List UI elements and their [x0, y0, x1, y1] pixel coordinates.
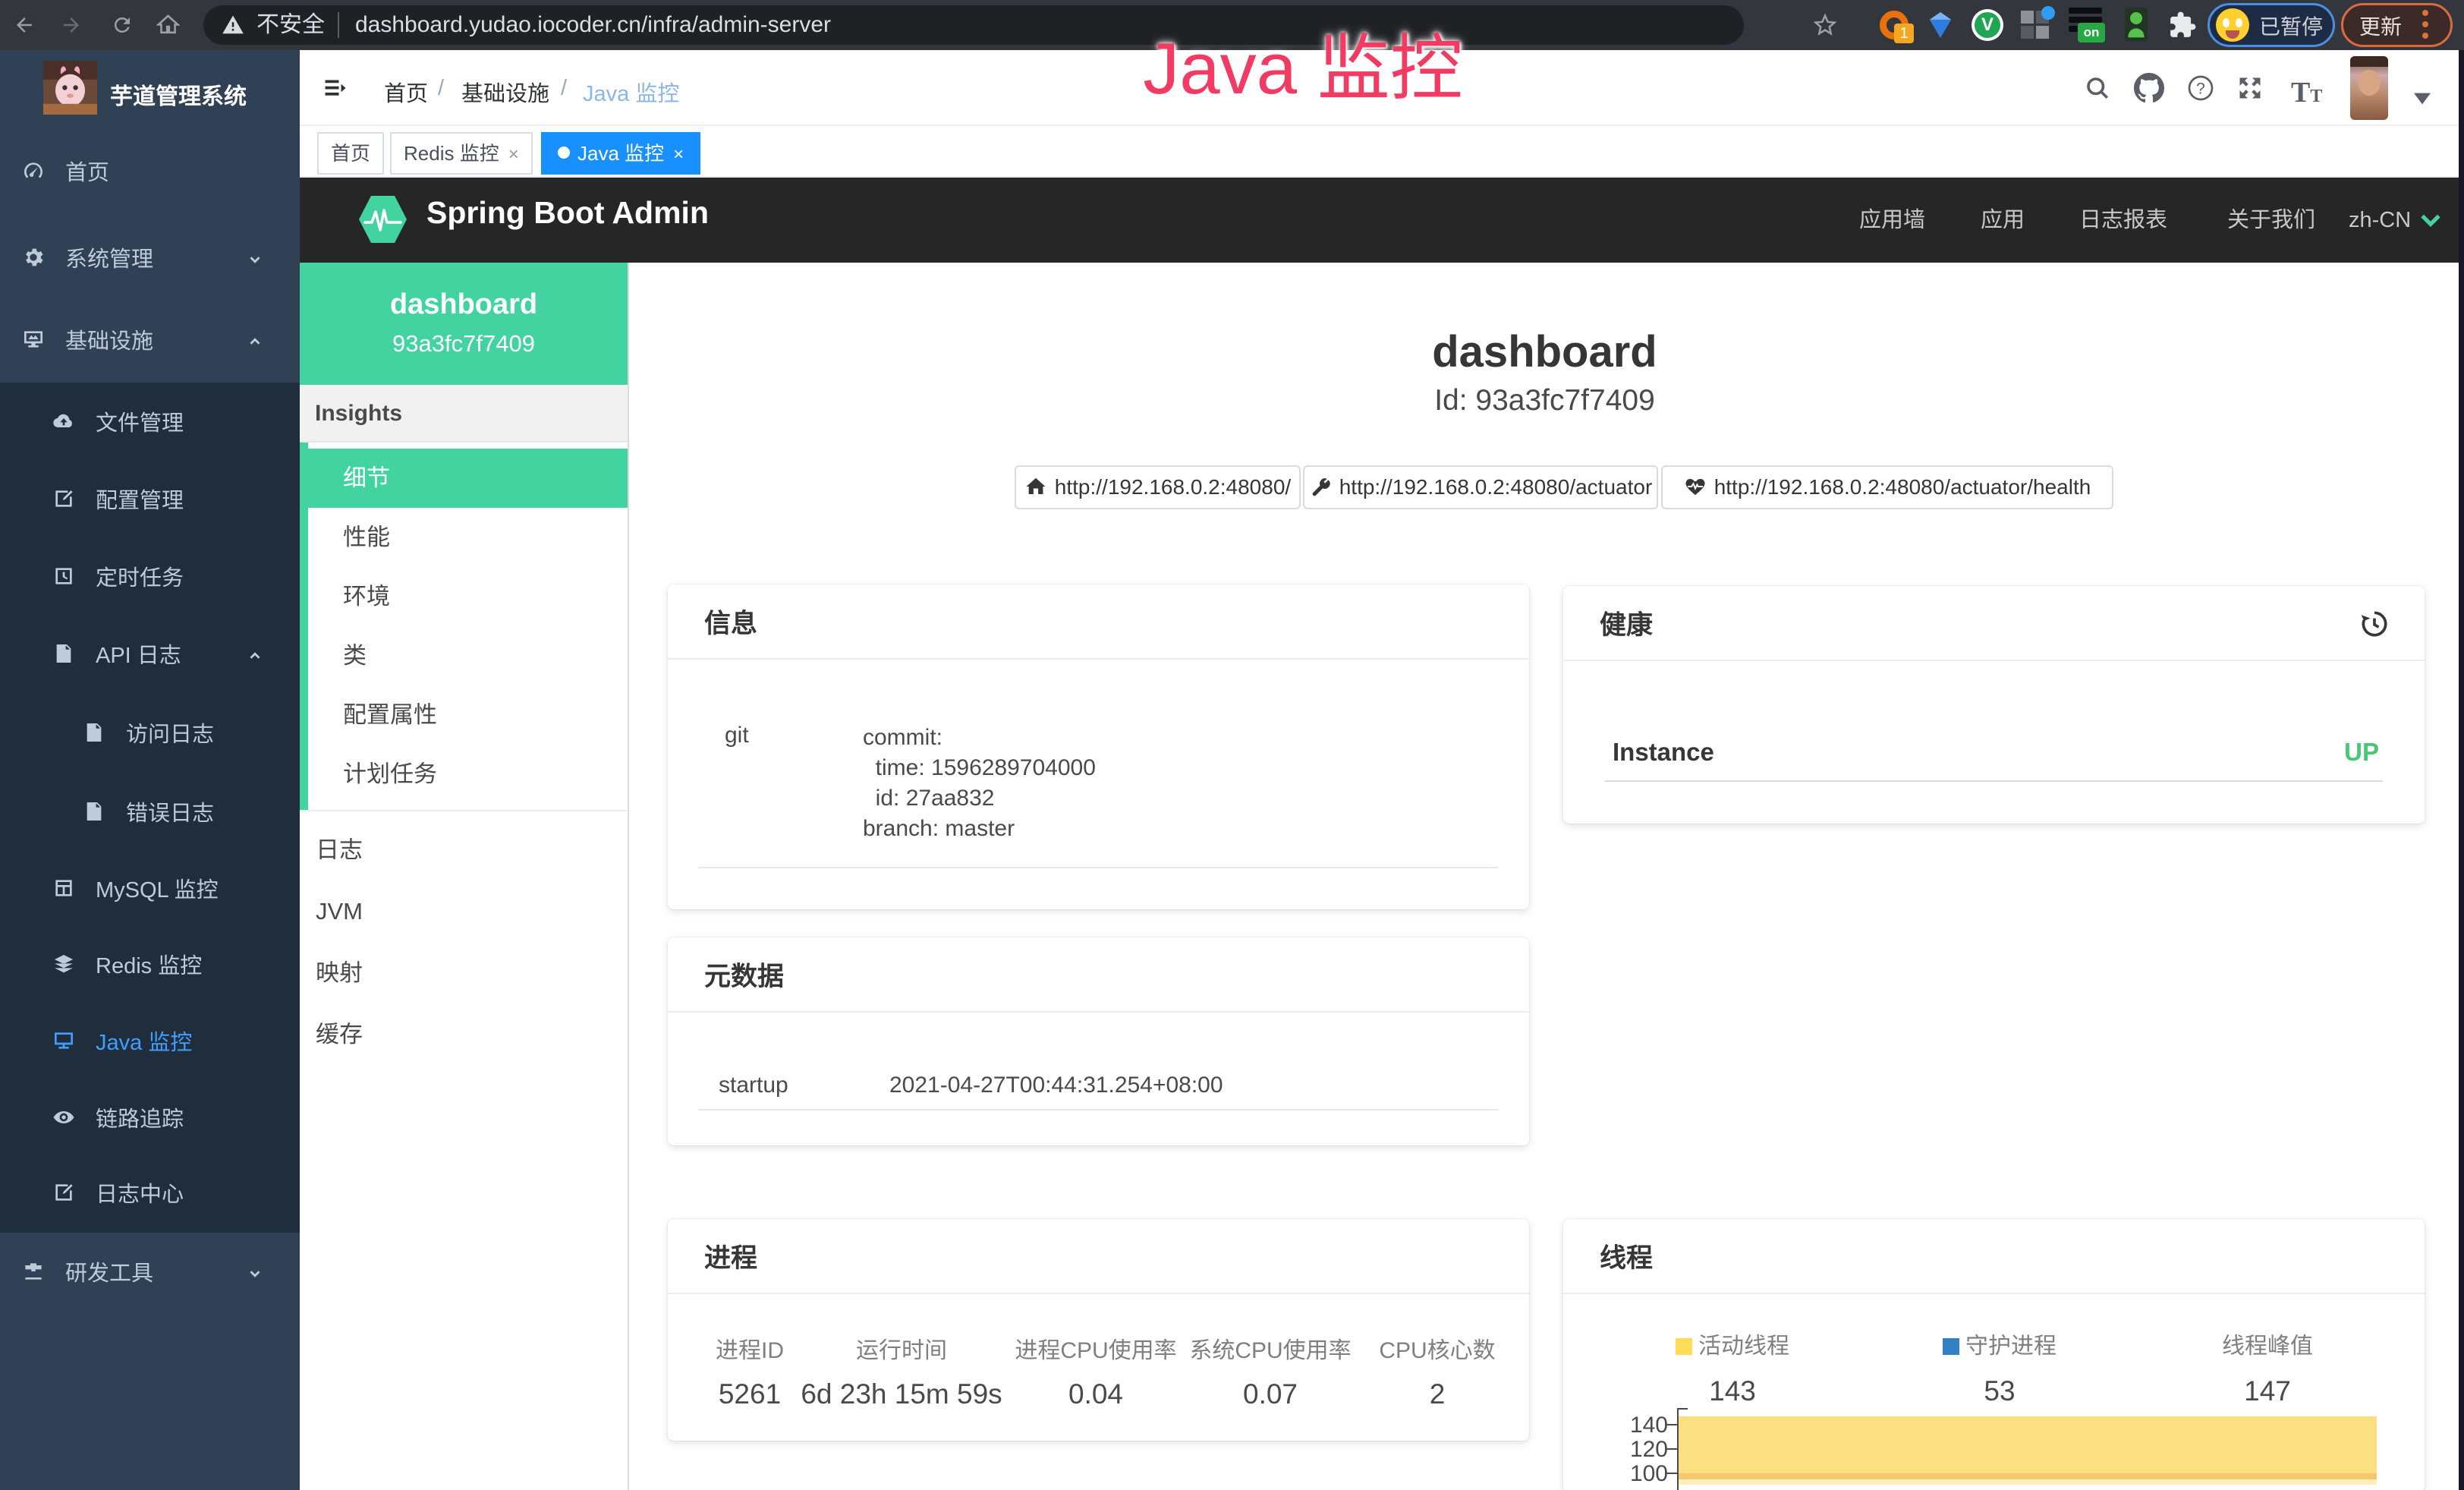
- svg-text:?: ?: [2196, 80, 2205, 98]
